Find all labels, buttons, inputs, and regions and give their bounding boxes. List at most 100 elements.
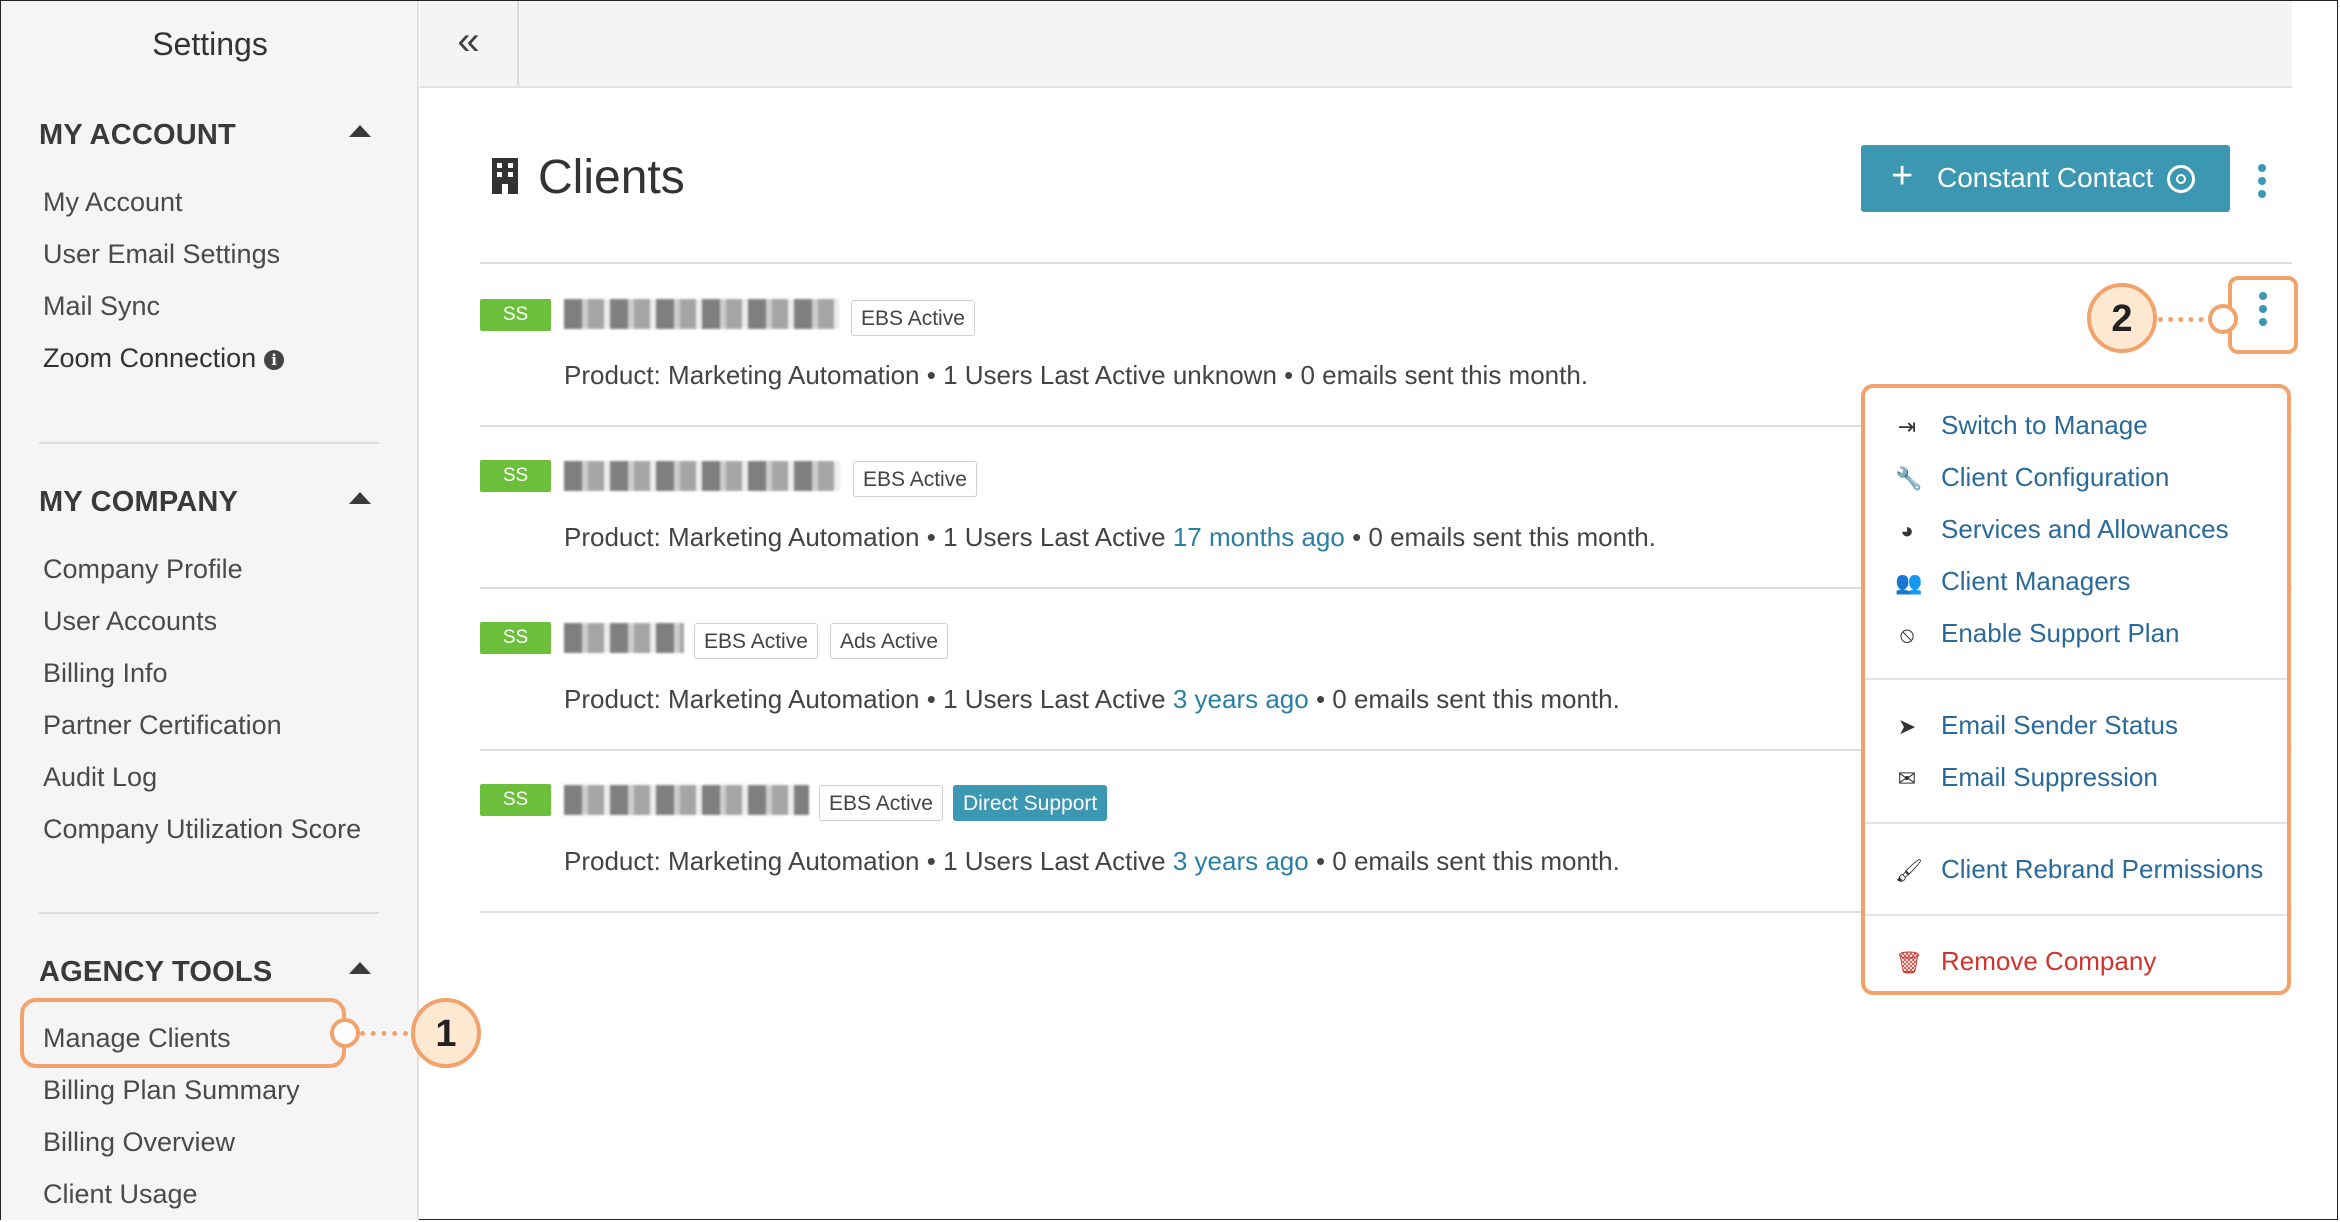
status-badge: SS [480, 622, 551, 654]
meta-text: • 0 emails sent this month. [1308, 846, 1620, 876]
building-icon [492, 158, 518, 194]
sidebar-item-partner-certification[interactable]: Partner Certification [43, 710, 282, 741]
header-more-options-icon[interactable] [2257, 164, 2267, 203]
sidebar-divider [39, 912, 379, 914]
menu-item-enable-support-plan[interactable]: ⦸ Enable Support Plan [1895, 618, 2180, 649]
meta-text: Product: Marketing Automation • 1 Users … [564, 522, 1173, 552]
client-meta: Product: Marketing Automation • 1 Users … [564, 360, 1588, 391]
ebs-active-tag: EBS Active [819, 785, 943, 821]
menu-item-label: Client Rebrand Permissions [1941, 854, 2264, 884]
button-label: Constant Contact [1937, 162, 2154, 193]
info-icon[interactable]: i [264, 350, 285, 370]
section-my-company[interactable]: MY COMPANY [39, 486, 238, 519]
callout-connector [360, 1031, 408, 1036]
sidebar-item-label: Zoom Connection [43, 343, 257, 373]
last-active-value: unknown [1172, 360, 1277, 390]
menu-item-client-configuration[interactable]: 🔧 Client Configuration [1895, 462, 2169, 493]
section-my-account[interactable]: MY ACCOUNT [39, 119, 236, 152]
caret-up-icon[interactable] [349, 125, 371, 137]
callout-1: 1 [411, 998, 481, 1068]
callout-anchor [2208, 304, 2238, 334]
brush-icon: 🖌 [1895, 858, 1923, 883]
last-active-link[interactable]: 3 years ago [1173, 846, 1309, 876]
status-badge: SS [480, 299, 551, 331]
ebs-active-tag: EBS Active [853, 461, 977, 497]
meta-text: • 0 emails sent this month. [1276, 360, 1589, 390]
sidebar-item-user-accounts[interactable]: User Accounts [43, 606, 217, 637]
sidebar-item-my-account[interactable]: My Account [43, 187, 183, 218]
sign-in-icon: ⇥ [1897, 414, 1917, 439]
redacted-client-name[interactable] [564, 299, 839, 329]
add-constant-contact-button[interactable]: + Constant Contact [1861, 145, 2230, 212]
sidebar-item-client-usage[interactable]: Client Usage [43, 1179, 198, 1210]
redacted-client-name[interactable] [564, 461, 840, 491]
menu-item-email-suppression[interactable]: ✉ Email Suppression [1895, 762, 2158, 793]
meta-text: • 0 emails sent this month. [1344, 522, 1656, 552]
sidebar-divider [39, 442, 379, 444]
menu-divider [1865, 822, 2287, 824]
client-meta: Product: Marketing Automation • 1 Users … [564, 522, 1656, 553]
sidebar-item-user-email-settings[interactable]: User Email Settings [43, 239, 280, 270]
plus-icon: + [1891, 155, 1914, 197]
collapse-sidebar-button[interactable]: « [420, 1, 519, 86]
status-badge: SS [480, 460, 551, 492]
ads-active-tag: Ads Active [830, 623, 949, 659]
sidebar-item-mail-sync[interactable]: Mail Sync [43, 291, 160, 322]
meta-text: Product: Marketing Automation • 1 Users … [564, 360, 1173, 390]
sidebar-item-company-profile[interactable]: Company Profile [43, 554, 243, 585]
meta-text: • 0 emails sent this month. [1308, 684, 1620, 714]
menu-item-label: Email Suppression [1941, 762, 2158, 792]
sidebar-item-billing-info[interactable]: Billing Info [43, 658, 168, 689]
ebs-active-tag: EBS Active [851, 300, 975, 336]
meta-text: Product: Marketing Automation • 1 Users … [564, 846, 1173, 876]
menu-item-label: Switch to Manage [1941, 410, 2148, 440]
ebs-active-tag: EBS Active [694, 623, 818, 659]
menu-divider [1865, 678, 2287, 680]
menu-item-client-rebrand-permissions[interactable]: 🖌 Client Rebrand Permissions [1895, 854, 2263, 885]
meta-text: Product: Marketing Automation • 1 Users … [564, 684, 1173, 714]
redacted-client-name[interactable] [564, 623, 684, 653]
sidebar-item-company-utilization-score[interactable]: Company Utilization Score [43, 814, 361, 845]
users-icon: 👥 [1895, 570, 1923, 595]
menu-item-switch-to-manage[interactable]: ⇥ Switch to Manage [1895, 410, 2148, 441]
sidebar-item-billing-overview[interactable]: Billing Overview [43, 1127, 235, 1158]
menu-item-label: Client Configuration [1941, 462, 2170, 492]
dashboard-icon: ◕ [1900, 518, 1914, 543]
sidebar-item-billing-plan-summary[interactable]: Billing Plan Summary [43, 1075, 300, 1106]
ban-icon: ⦸ [1899, 622, 1915, 647]
menu-item-email-sender-status[interactable]: ➤ Email Sender Status [1895, 710, 2178, 741]
caret-up-icon[interactable] [349, 492, 371, 504]
page-title: Clients [538, 151, 685, 204]
menu-item-label: Client Managers [1941, 566, 2131, 596]
redacted-client-name[interactable] [564, 785, 809, 815]
row-more-options-icon[interactable] [2258, 292, 2268, 331]
wrench-icon: 🔧 [1895, 466, 1923, 491]
constant-contact-logo-icon [2167, 165, 2195, 193]
highlight-manage-clients [20, 998, 346, 1068]
direct-support-tag: Direct Support [953, 785, 1108, 821]
client-meta: Product: Marketing Automation • 1 Users … [564, 846, 1620, 877]
menu-item-label: Services and Allowances [1941, 514, 2229, 544]
sidebar-item-audit-log[interactable]: Audit Log [43, 762, 157, 793]
menu-item-client-managers[interactable]: 👥 Client Managers [1895, 566, 2130, 597]
menu-item-services-and-allowances[interactable]: ◕ Services and Allowances [1895, 514, 2229, 545]
menu-divider [1865, 914, 2287, 916]
envelope-icon: ✉ [1897, 766, 1917, 791]
client-meta: Product: Marketing Automation • 1 Users … [564, 684, 1620, 715]
status-badge: SS [480, 784, 551, 816]
send-icon: ➤ [1897, 714, 1917, 739]
section-agency-tools[interactable]: AGENCY TOOLS [39, 956, 272, 989]
top-bar: « [420, 1, 2292, 88]
client-actions-menu: ⇥ Switch to Manage 🔧 Client Configuration … [1861, 384, 2291, 995]
divider [480, 262, 2292, 264]
menu-item-remove-company[interactable]: 🗑 Remove Company [1895, 946, 2156, 977]
sidebar-title: Settings [152, 26, 268, 62]
last-active-link[interactable]: 17 months ago [1173, 522, 1345, 552]
double-chevron-left-icon: « [457, 19, 480, 63]
caret-up-icon[interactable] [349, 962, 371, 974]
callout-2: 2 [2087, 283, 2157, 353]
menu-item-label: Email Sender Status [1941, 710, 2179, 740]
sidebar-item-zoom-connection[interactable]: Zoom Connection i [43, 343, 285, 374]
menu-item-label: Remove Company [1941, 946, 2157, 976]
last-active-link[interactable]: 3 years ago [1173, 684, 1309, 714]
